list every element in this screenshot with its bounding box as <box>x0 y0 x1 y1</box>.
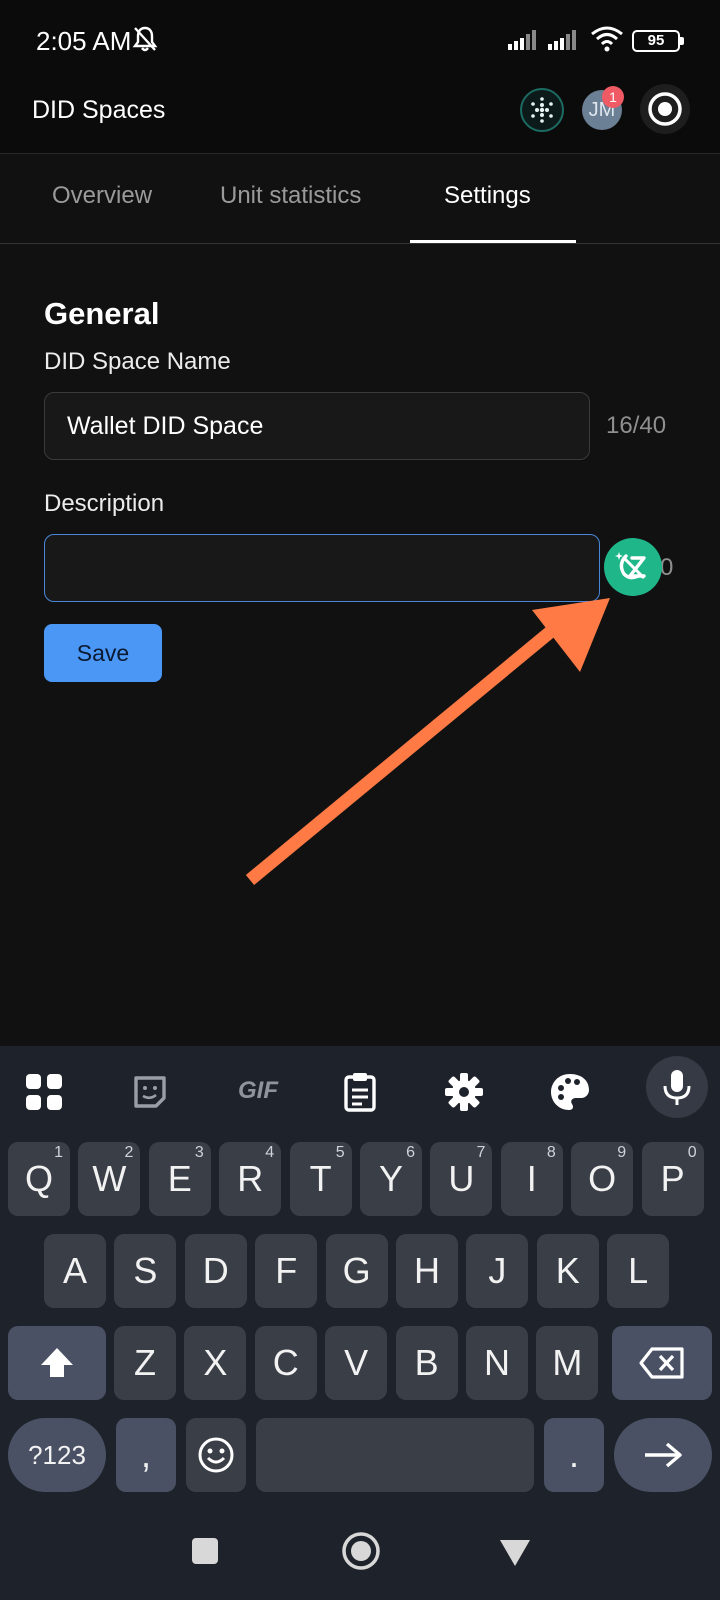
key-hint: 6 <box>406 1144 415 1161</box>
key-a[interactable]: A <box>44 1234 106 1308</box>
key-label: R <box>237 1158 264 1199</box>
notification-badge: 1 <box>602 86 624 108</box>
key-hint: 9 <box>617 1144 627 1161</box>
key-label: E <box>167 1158 192 1199</box>
key-label: I <box>526 1158 537 1199</box>
key-l[interactable]: L <box>607 1234 670 1308</box>
tab-unit-statistics[interactable]: Unit statistics <box>220 182 361 210</box>
key-g[interactable]: G <box>325 1234 388 1308</box>
name-counter: 16/40 <box>606 412 667 439</box>
status-time: 2:05 AM <box>36 26 132 56</box>
key-hint: 2 <box>124 1144 134 1161</box>
tab-indicator <box>410 240 576 243</box>
key-w[interactable]: W2 <box>78 1142 141 1216</box>
bell-muted-icon <box>132 26 158 52</box>
save-button[interactable]: Save <box>44 624 162 682</box>
clipboard-icon[interactable] <box>334 1066 386 1118</box>
grammar-assistant-icon[interactable] <box>604 538 662 596</box>
apps-grid-icon[interactable] <box>18 1066 70 1118</box>
did-space-name-input[interactable]: Wallet DID Space <box>44 392 590 460</box>
description-label: Description <box>44 490 165 517</box>
tab-settings[interactable]: Settings <box>444 182 531 210</box>
palette-icon[interactable] <box>544 1066 596 1118</box>
key-c[interactable]: C <box>254 1326 317 1400</box>
description-counter: 0 <box>660 554 674 581</box>
key-z[interactable]: Z <box>114 1326 176 1400</box>
tab-overview[interactable]: Overview <box>52 182 152 210</box>
key-b[interactable]: B <box>395 1326 458 1400</box>
key-i[interactable]: I8 <box>500 1142 563 1216</box>
symbols-key[interactable]: ?123 <box>8 1418 106 1492</box>
key-hint: 7 <box>476 1144 486 1161</box>
key-label: P <box>660 1158 685 1199</box>
period-key[interactable]: . <box>544 1418 604 1492</box>
gear-icon[interactable] <box>438 1066 490 1118</box>
key-v[interactable]: V <box>325 1326 388 1400</box>
gif-button[interactable]: GIF <box>226 1068 290 1120</box>
key-label: O <box>588 1158 617 1199</box>
back-icon[interactable] <box>498 1538 532 1568</box>
record-button[interactable] <box>640 84 690 134</box>
key-d[interactable]: D <box>184 1234 247 1308</box>
wifi-icon <box>591 26 623 52</box>
key-hint: 5 <box>335 1144 345 1161</box>
key-r[interactable]: R4 <box>219 1142 282 1216</box>
key-k[interactable]: K <box>536 1234 599 1308</box>
key-label: T <box>309 1158 332 1199</box>
key-y[interactable]: Y6 <box>360 1142 422 1216</box>
name-label: DID Space Name <box>44 348 231 375</box>
key-m[interactable]: M <box>536 1326 599 1400</box>
on-screen-keyboard: G I F ?123 , . Q 1 W 2 E 3 R 4 T 5 Y 6 U 7… <box>0 1046 720 1510</box>
key-hint: 3 <box>194 1144 204 1161</box>
recents-icon[interactable] <box>190 1536 220 1566</box>
key-h[interactable]: H <box>396 1234 458 1308</box>
app-title: DID Spaces <box>32 96 166 124</box>
key-label: U <box>448 1158 475 1199</box>
space-key[interactable] <box>256 1418 534 1492</box>
keyboard-toolbar: GIF <box>0 1046 720 1138</box>
comma-key[interactable]: , <box>116 1418 176 1492</box>
shift-key[interactable] <box>8 1326 106 1400</box>
key-x[interactable]: X <box>184 1326 247 1400</box>
dots-grid-icon[interactable] <box>520 88 564 132</box>
microphone-icon[interactable] <box>646 1056 708 1118</box>
section-title: General <box>44 296 160 331</box>
sticker-icon[interactable] <box>124 1066 176 1118</box>
key-o[interactable]: O9 <box>571 1142 634 1216</box>
enter-key[interactable] <box>614 1418 712 1492</box>
signal-icon <box>548 30 576 50</box>
app-header: DID Spaces JM 1 <box>0 80 720 154</box>
key-label: Y <box>378 1158 403 1199</box>
key-s[interactable]: S <box>114 1234 177 1308</box>
key-hint: 0 <box>687 1144 697 1161</box>
key-hint: 4 <box>265 1144 275 1161</box>
smiley-icon <box>198 1437 234 1473</box>
key-f[interactable]: F <box>255 1234 318 1308</box>
key-hint: 1 <box>54 1144 63 1161</box>
arrow-right-icon <box>645 1442 682 1468</box>
key-e[interactable]: E3 <box>148 1142 211 1216</box>
backspace-key[interactable] <box>612 1326 712 1400</box>
key-n[interactable]: N <box>466 1326 528 1400</box>
system-nav-bar <box>0 1510 720 1600</box>
key-q[interactable]: Q1 <box>8 1142 70 1216</box>
key-label: W <box>92 1158 127 1199</box>
signal-icon <box>508 30 536 50</box>
description-input[interactable] <box>44 534 600 602</box>
status-bar: 2:05 AM 95 <box>0 0 720 80</box>
key-t[interactable]: T5 <box>289 1142 352 1216</box>
key-p[interactable]: P0 <box>641 1142 704 1216</box>
key-label: Q <box>24 1158 53 1199</box>
home-icon[interactable] <box>340 1530 382 1572</box>
key-hint: 8 <box>546 1144 556 1161</box>
tab-bar: Overview Unit statistics Settings <box>0 154 720 244</box>
key-j[interactable]: J <box>466 1234 529 1308</box>
battery-icon: 95 <box>632 30 684 52</box>
key-u[interactable]: U7 <box>430 1142 493 1216</box>
emoji-key[interactable] <box>186 1418 246 1492</box>
